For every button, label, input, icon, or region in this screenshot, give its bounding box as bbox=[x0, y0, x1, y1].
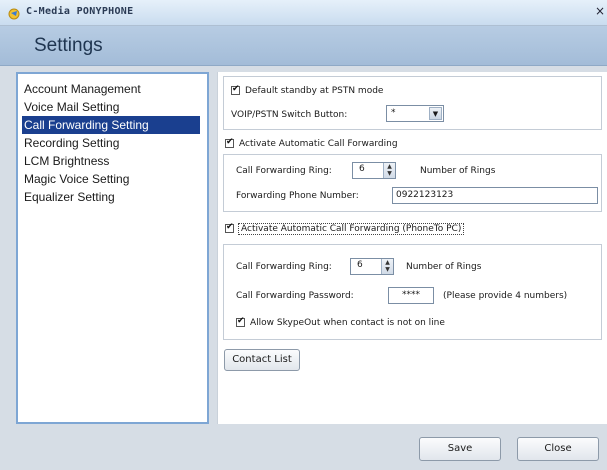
app-icon bbox=[8, 8, 20, 20]
switch-button-select[interactable]: * ▼ bbox=[386, 105, 444, 122]
ring-label: Call Forwarding Ring: bbox=[236, 166, 332, 176]
close-button[interactable]: Close bbox=[517, 437, 599, 461]
ring-value: 6 bbox=[359, 164, 365, 174]
pc-rings-unit-label: Number of Rings bbox=[406, 262, 482, 272]
skypeout-label: Allow SkypeOut when contact is not on li… bbox=[250, 318, 445, 328]
auto-forwarding-checkbox[interactable]: ✔ bbox=[225, 137, 234, 148]
forward-to-pc-label: Activate Automatic Call Forwarding (Phon… bbox=[238, 223, 465, 235]
contact-list-button[interactable]: Contact List bbox=[224, 349, 300, 371]
save-button[interactable]: Save bbox=[419, 437, 501, 461]
forward-to-pc-checkbox[interactable]: ✔ bbox=[225, 222, 234, 233]
standby-group: ✔ Default standby at PSTN mode VOIP/PSTN… bbox=[223, 76, 602, 130]
arrow-up-icon[interactable]: ▲ bbox=[382, 259, 393, 266]
phone-number-input[interactable]: 0922123123 bbox=[392, 187, 598, 204]
settings-panel: ✔ Default standby at PSTN mode VOIP/PSTN… bbox=[217, 72, 607, 424]
check-icon: ✔ bbox=[226, 137, 234, 147]
arrow-down-icon[interactable]: ▼ bbox=[382, 266, 393, 273]
sidebar-item-account-management[interactable]: Account Management bbox=[22, 80, 207, 98]
check-icon: ✔ bbox=[232, 84, 240, 94]
standby-checkbox[interactable]: ✔ bbox=[231, 84, 240, 95]
bottom-button-bar: Save Close bbox=[0, 428, 607, 470]
sidebar-item-magic-voice-setting[interactable]: Magic Voice Setting bbox=[22, 170, 207, 188]
arrow-up-icon[interactable]: ▲ bbox=[384, 163, 395, 170]
switch-button-value: * bbox=[391, 108, 396, 118]
sidebar-item-recording-setting[interactable]: Recording Setting bbox=[22, 134, 207, 152]
settings-window: C-Media PONYPHONE × Settings Account Man… bbox=[0, 0, 607, 470]
standby-label: Default standby at PSTN mode bbox=[245, 86, 384, 96]
switch-button-label: VOIP/PSTN Switch Button: bbox=[231, 110, 348, 120]
password-hint: (Please provide 4 numbers) bbox=[443, 291, 568, 301]
arrow-down-icon[interactable]: ▼ bbox=[384, 170, 395, 177]
sidebar-item-equalizer-setting[interactable]: Equalizer Setting bbox=[22, 188, 207, 206]
chevron-down-icon[interactable]: ▼ bbox=[429, 107, 442, 120]
auto-forwarding-label: Activate Automatic Call Forwarding bbox=[239, 139, 398, 149]
settings-category-list[interactable]: Account Management Voice Mail Setting Ca… bbox=[16, 72, 209, 424]
forwarding-group: Call Forwarding Ring: 6 ▲ ▼ Number of Ri… bbox=[223, 154, 602, 212]
phone-number-label: Forwarding Phone Number: bbox=[236, 191, 359, 201]
title-bar[interactable]: C-Media PONYPHONE × bbox=[0, 0, 607, 26]
password-input[interactable]: **** bbox=[388, 287, 434, 304]
close-icon[interactable]: × bbox=[595, 4, 605, 18]
check-icon: ✔ bbox=[226, 222, 234, 232]
pc-ring-label: Call Forwarding Ring: bbox=[236, 262, 332, 272]
sidebar-item-call-forwarding-setting[interactable]: Call Forwarding Setting bbox=[22, 116, 200, 134]
sidebar-item-lcm-brightness[interactable]: LCM Brightness bbox=[22, 152, 207, 170]
ring-stepper[interactable]: 6 ▲ ▼ bbox=[352, 162, 396, 179]
pc-ring-stepper[interactable]: 6 ▲ ▼ bbox=[350, 258, 394, 275]
settings-header: Settings bbox=[0, 26, 607, 66]
check-icon: ✔ bbox=[237, 316, 245, 326]
window-title: C-Media PONYPHONE bbox=[26, 6, 134, 17]
pc-ring-value: 6 bbox=[357, 260, 363, 270]
page-title: Settings bbox=[34, 35, 103, 56]
forward-to-pc-group: Call Forwarding Ring: 6 ▲ ▼ Number of Ri… bbox=[223, 244, 602, 340]
ring-stepper-buttons[interactable]: ▲ ▼ bbox=[383, 163, 395, 178]
rings-unit-label: Number of Rings bbox=[420, 166, 496, 176]
skypeout-checkbox[interactable]: ✔ bbox=[236, 316, 245, 327]
sidebar-item-voice-mail-setting[interactable]: Voice Mail Setting bbox=[22, 98, 207, 116]
pc-ring-stepper-buttons[interactable]: ▲ ▼ bbox=[381, 259, 393, 274]
password-label: Call Forwarding Password: bbox=[236, 291, 354, 301]
